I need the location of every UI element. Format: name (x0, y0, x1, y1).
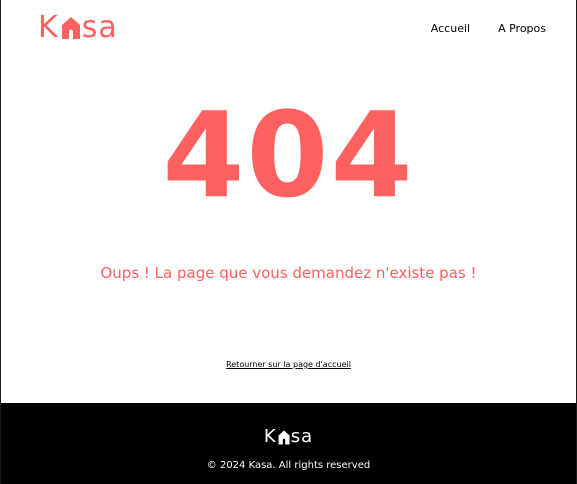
logo-letter-k: K (38, 10, 59, 45)
return-home-link[interactable]: Retourner sur la page d'accueil (226, 360, 351, 369)
site-footer: K sa © 2024 Kasa. All rights reserved (1, 403, 576, 484)
logo-letters-sa: sa (81, 10, 118, 45)
footer-logo-letters-sa: sa (290, 426, 314, 447)
copyright-text: © 2024 Kasa. All rights reserved (206, 460, 371, 471)
error-message: Oups ! La page que vous demandez n'exist… (100, 264, 477, 282)
page: K sa Accueil A Propos 404 Oups ! La page… (0, 0, 577, 484)
kasa-logo[interactable]: K sa (38, 13, 118, 43)
house-icon (61, 17, 80, 39)
error-code: 404 (162, 86, 415, 224)
house-icon (278, 430, 290, 444)
site-header: K sa Accueil A Propos (1, 0, 576, 60)
nav-link-a-propos[interactable]: A Propos (498, 22, 546, 35)
main-nav: Accueil A Propos (431, 22, 546, 35)
home-link-container: Retourner sur la page d'accueil (1, 354, 576, 372)
footer-kasa-logo: K sa (1, 427, 576, 447)
footer-logo-letter-k: K (263, 426, 277, 447)
nav-link-accueil[interactable]: Accueil (431, 22, 470, 35)
